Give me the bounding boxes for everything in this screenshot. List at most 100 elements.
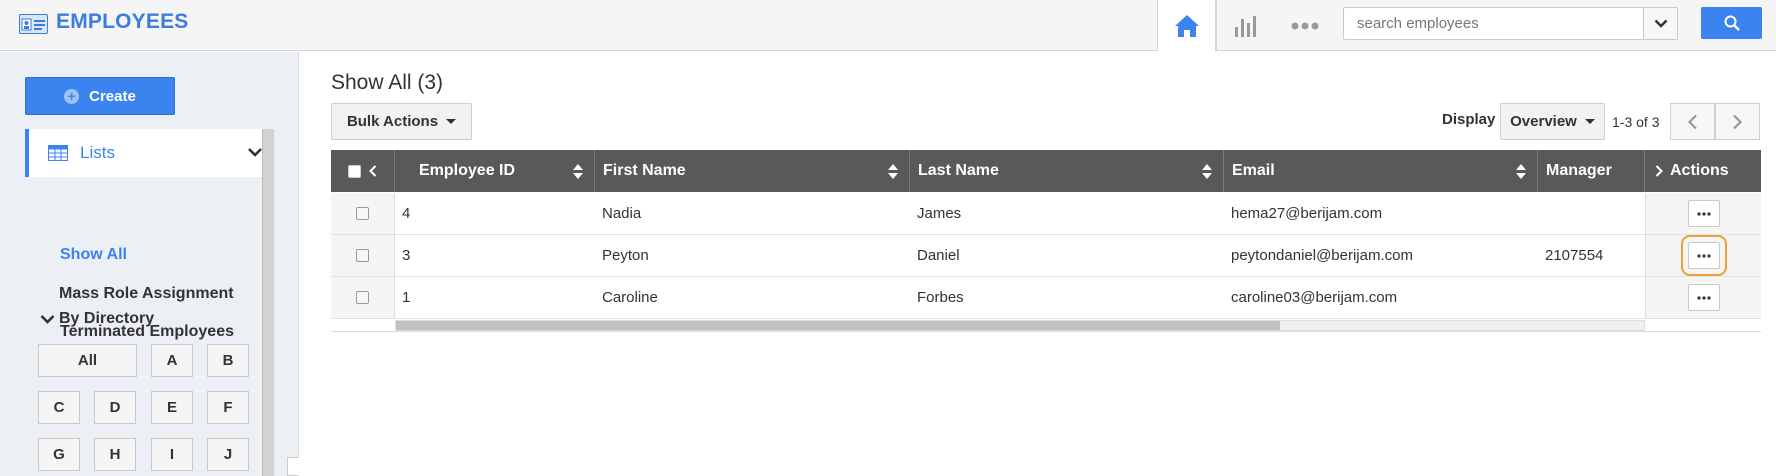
cell-employee-id: 1 (402, 289, 411, 306)
sort-icon (1202, 164, 1212, 179)
page-title: Show All (3) (331, 71, 444, 94)
scrollbar-thumb[interactable] (396, 321, 1280, 330)
row-actions-cell (1645, 235, 1761, 276)
chevron-right-icon (1733, 114, 1743, 129)
by-directory-toggle[interactable]: By Directory (40, 310, 154, 328)
sort-icon (888, 164, 898, 179)
row-checkbox[interactable] (356, 249, 369, 262)
create-button[interactable]: + Create (25, 77, 175, 115)
row-checkbox[interactable] (356, 207, 369, 220)
cell-employee-id: 4 (402, 205, 411, 222)
cell-manager (1538, 277, 1545, 318)
display-mode-value: Overview (1510, 113, 1577, 130)
row-actions-cell (1645, 277, 1761, 318)
directory-letter-e[interactable]: E (151, 391, 193, 424)
reports-button[interactable] (1216, 0, 1275, 51)
home-button[interactable] (1157, 0, 1216, 51)
directory-letter-j[interactable]: J (207, 438, 249, 471)
chevron-down-icon (1654, 19, 1667, 28)
cell-manager (1538, 193, 1545, 234)
more-dots-icon (1696, 211, 1711, 216)
more-dots-icon (1696, 295, 1711, 300)
directory-letter-h[interactable]: H (94, 438, 136, 471)
display-label: Display (1442, 111, 1496, 128)
chevron-right-icon[interactable] (1655, 165, 1663, 177)
cell-email: hema27@berijam.com (1231, 205, 1383, 222)
table-grid-icon (48, 145, 68, 161)
directory-letter-d[interactable]: D (94, 391, 136, 424)
bulk-actions-label: Bulk Actions (346, 113, 439, 130)
cell-first-name: Nadia (602, 205, 642, 222)
cell-last-name: James (917, 205, 962, 222)
search-box (1343, 7, 1678, 40)
next-page-button[interactable] (1715, 103, 1760, 140)
directory-letter-f[interactable]: F (207, 391, 249, 424)
chevron-left-icon[interactable] (369, 165, 377, 177)
top-nav-icons (1157, 0, 1334, 51)
prev-page-button[interactable] (1670, 103, 1715, 140)
caret-down-icon (446, 119, 457, 124)
column-header-employee-id[interactable]: Employee ID (395, 150, 595, 192)
more-button[interactable] (1275, 0, 1334, 51)
cell-last-name: Daniel (917, 247, 960, 264)
row-actions-button[interactable] (1687, 284, 1720, 311)
sidebar-item-mass-role-assignment[interactable]: Mass Role Assignment (59, 285, 234, 303)
chevron-down-icon (248, 148, 262, 157)
select-all-checkbox[interactable] (348, 164, 361, 178)
search-button[interactable] (1701, 7, 1762, 39)
home-icon (1174, 14, 1199, 37)
sidebar-item-show-all[interactable]: Show All (60, 246, 127, 264)
lists-accordion-header[interactable]: Lists (25, 129, 263, 177)
sort-icon (1516, 164, 1526, 179)
cell-email: peytondaniel@berijam.com (1231, 247, 1413, 264)
directory-letter-i[interactable]: I (151, 438, 193, 471)
column-header-last-name[interactable]: Last Name (910, 150, 1224, 192)
chevron-left-icon (1687, 114, 1697, 129)
chevron-down-icon (40, 314, 55, 324)
display-mode-select[interactable]: Overview (1500, 103, 1605, 140)
cell-first-name: Peyton (602, 247, 649, 264)
column-header-manager[interactable]: Manager (1538, 150, 1645, 192)
row-actions-button[interactable] (1680, 235, 1727, 276)
pagination-summary: 1-3 of 3 (1612, 114, 1660, 130)
by-directory-label: By Directory (59, 310, 155, 327)
sort-icon (573, 164, 583, 179)
sidebar-collapse-handle[interactable] (287, 457, 299, 476)
cell-first-name: Caroline (602, 289, 658, 306)
cell-employee-id: 3 (402, 247, 411, 264)
row-checkbox[interactable] (356, 291, 369, 304)
app-title[interactable]: EMPLOYEES (56, 10, 189, 34)
column-header-email[interactable]: Email (1224, 150, 1538, 192)
column-header-first-name[interactable]: First Name (595, 150, 910, 192)
table-header: Employee ID First Name Last Name Email M… (331, 150, 1761, 192)
search-dropdown-button[interactable] (1643, 8, 1677, 39)
bulk-actions-button[interactable]: Bulk Actions (331, 103, 472, 140)
table-horizontal-scrollbar[interactable] (395, 320, 1645, 331)
cell-manager: 2107554 (1545, 247, 1604, 264)
sidebar: + Create Lists Show All Mass Role Assign… (0, 52, 299, 476)
row-select-cell (331, 235, 395, 276)
more-dots-icon (1696, 253, 1711, 258)
cell-email: caroline03@berijam.com (1231, 289, 1398, 306)
create-button-label: Create (89, 87, 136, 105)
table-row[interactable]: 4 Nadia James hema27@berijam.com (331, 193, 1761, 235)
plus-circle-icon: + (64, 88, 80, 104)
sidebar-scrollbar[interactable] (262, 129, 274, 476)
directory-letter-a[interactable]: A (151, 344, 193, 377)
search-input[interactable] (1344, 8, 1644, 39)
cell-last-name: Forbes (917, 289, 964, 306)
row-actions-cell (1645, 193, 1761, 234)
header-select-col (331, 150, 395, 192)
directory-letter-b[interactable]: B (207, 344, 249, 377)
row-select-cell (331, 193, 395, 234)
top-bar: EMPLOYEES (0, 0, 1776, 51)
caret-down-icon (1584, 119, 1595, 124)
row-actions-button[interactable] (1687, 200, 1720, 227)
lists-label: Lists (80, 143, 115, 162)
directory-letter-g[interactable]: G (38, 438, 80, 471)
directory-letter-all[interactable]: All (38, 344, 137, 377)
directory-letter-c[interactable]: C (38, 391, 80, 424)
table-row[interactable]: 1 Caroline Forbes caroline03@berijam.com (331, 277, 1761, 319)
column-header-actions: Actions (1645, 150, 1761, 192)
table-row[interactable]: 3 Peyton Daniel peytondaniel@berijam.com… (331, 235, 1761, 277)
